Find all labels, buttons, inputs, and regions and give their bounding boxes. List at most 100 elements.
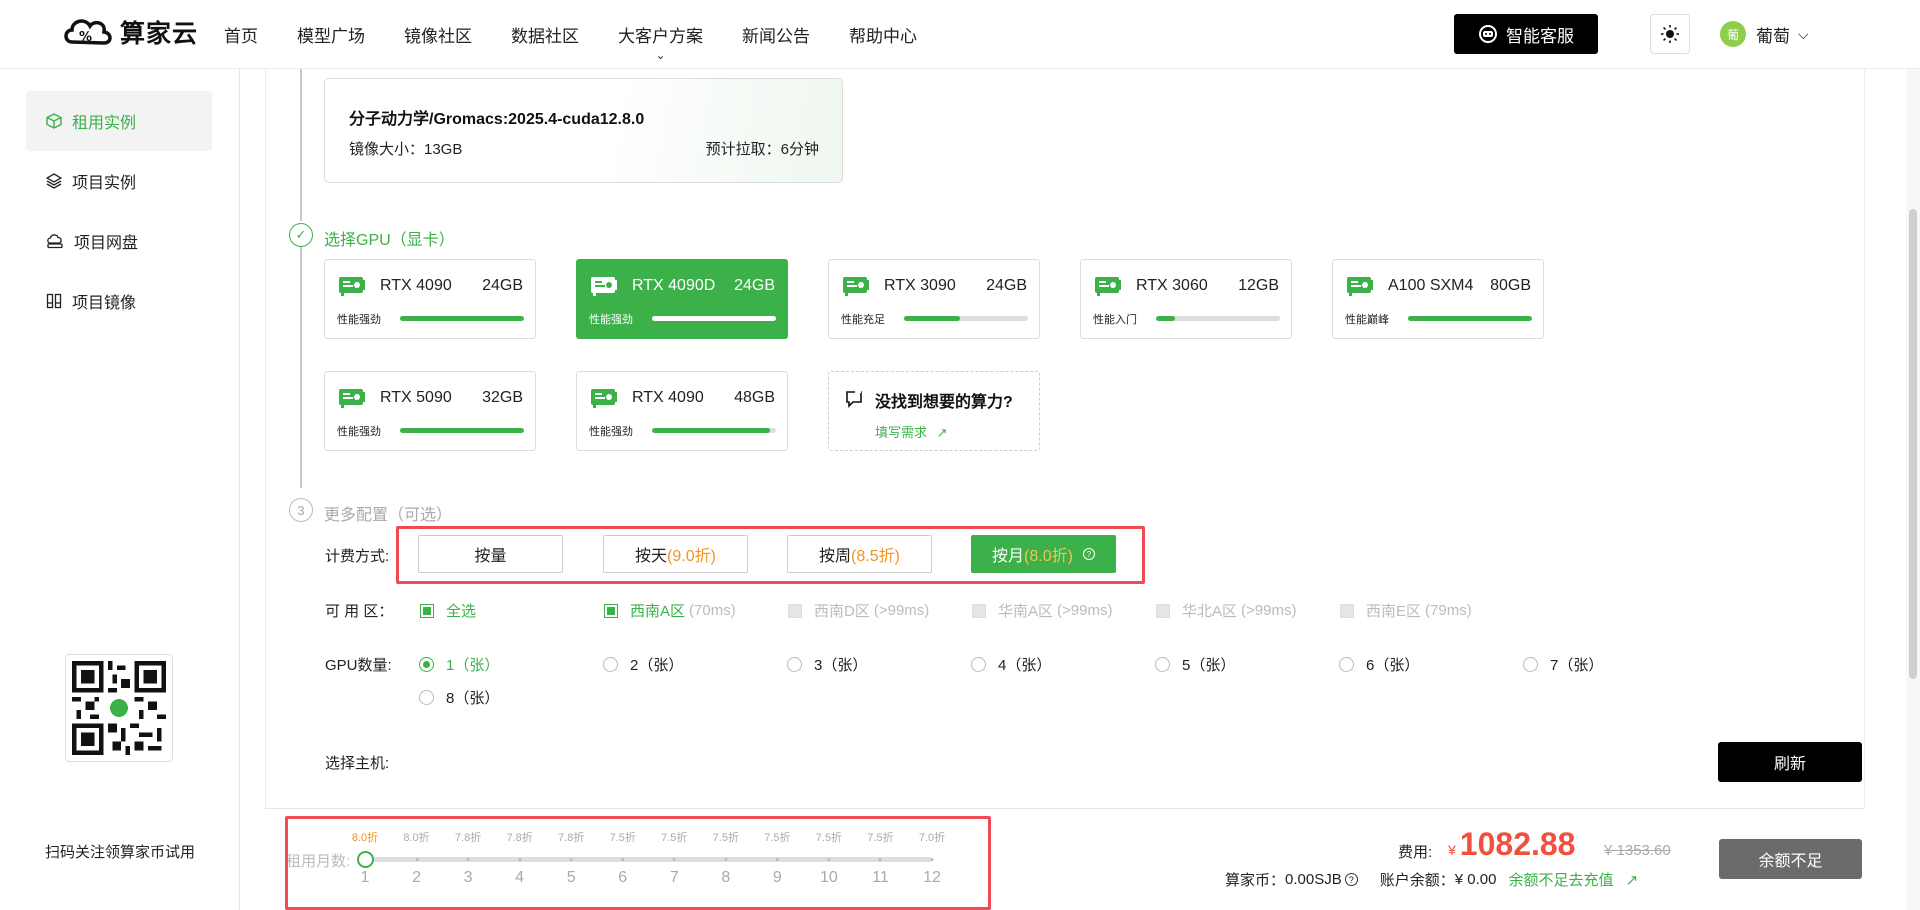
- gpu-memory: 24GB: [986, 277, 1027, 294]
- gpu-performance-fill: [652, 428, 770, 433]
- gpu-count-value: 4（张）: [998, 657, 1052, 674]
- gpu-card[interactable]: RTX 4090 24GB 性能强劲: [324, 259, 536, 339]
- gpu-performance-bar: [652, 428, 776, 433]
- nav-image-community[interactable]: 镜像社区: [404, 22, 472, 47]
- gpu-count-radio[interactable]: 1（张）: [419, 654, 499, 675]
- theme-toggle[interactable]: [1650, 14, 1690, 54]
- brand-name: 算家云: [120, 20, 199, 48]
- scrollbar[interactable]: [1906, 69, 1920, 910]
- zone-name: 西南A区: [630, 603, 686, 620]
- gpu-card[interactable]: A100 SXM4 80GB 性能巅峰: [1332, 259, 1544, 339]
- gpu-performance-bar: [400, 428, 524, 433]
- gpu-count-radio[interactable]: 7（张）: [1523, 654, 1603, 675]
- checkbox-icon: [1156, 603, 1170, 618]
- step-connector: [300, 69, 302, 221]
- recharge-link[interactable]: 余额不足去充值 ↗: [1508, 869, 1638, 890]
- refresh-button[interactable]: 刷新: [1718, 742, 1862, 782]
- sidebar-item-project-instance[interactable]: 项目实例: [26, 151, 212, 211]
- gpu-count-label: GPU数量:: [325, 657, 392, 674]
- cube-icon: [46, 113, 62, 129]
- recharge-link-label: 余额不足去充值: [1508, 872, 1614, 889]
- gpu-card[interactable]: RTX 3090 24GB 性能充足: [828, 259, 1040, 339]
- sidebar-item-label: 租用实例: [72, 115, 137, 132]
- sidebar-item-label: 项目实例: [72, 175, 137, 192]
- gpu-card[interactable]: RTX 5090 32GB 性能强劲: [324, 371, 536, 451]
- gpu-performance-label: 性能巅峰: [1345, 314, 1389, 326]
- sidebar-item-rent-instance[interactable]: 租用实例: [26, 91, 212, 151]
- gpu-count-radio[interactable]: 5（张）: [1155, 654, 1235, 675]
- nav-data-community[interactable]: 数据社区: [511, 22, 579, 47]
- zone-checkbox[interactable]: 西南D区 (>99ms): [788, 600, 929, 621]
- gpu-icon: [1347, 277, 1373, 296]
- gpu-count-radio[interactable]: 4（张）: [971, 654, 1051, 675]
- svg-text:%: %: [79, 30, 92, 45]
- gpu-performance-fill: [652, 316, 776, 321]
- gpu-icon: [339, 277, 365, 296]
- radio-icon: [419, 690, 434, 705]
- checkbox-icon: [1340, 603, 1354, 618]
- radio-icon: [971, 657, 986, 672]
- gpu-card[interactable]: RTX 4090D 24GB 性能强劲: [576, 259, 788, 339]
- user-menu[interactable]: 葡 葡萄 ⌵: [1720, 21, 1809, 47]
- gpu-card[interactable]: RTX 3060 12GB 性能入门: [1080, 259, 1292, 339]
- gpu-performance-fill: [904, 316, 960, 321]
- help-icon[interactable]: ?: [1344, 873, 1358, 886]
- nav-enterprise[interactable]: 大客户方案 ⌄: [618, 22, 703, 62]
- zone-name: 西南D区: [814, 603, 870, 620]
- zone-name: 西南E区: [1366, 603, 1422, 620]
- request-link[interactable]: 填写需求 ↗: [875, 422, 948, 441]
- gpu-card[interactable]: RTX 4090 48GB 性能强劲: [576, 371, 788, 451]
- step-number-icon: 3: [289, 498, 313, 522]
- arrow-up-right-icon: ↗: [1625, 872, 1639, 889]
- radio-icon: [1523, 657, 1538, 672]
- gpu-performance-label: 性能强劲: [337, 426, 381, 438]
- insufficient-balance-button[interactable]: 余额不足: [1719, 839, 1862, 879]
- zone-latency: (79ms): [1425, 602, 1472, 619]
- gpu-name: RTX 4090: [380, 277, 452, 294]
- gpu-name: A100 SXM4: [1388, 277, 1474, 294]
- request-compute-card[interactable]: 没找到想要的算力? 填写需求 ↗: [828, 371, 1040, 451]
- gpu-performance-label: 性能充足: [841, 314, 885, 326]
- nav-help[interactable]: 帮助中心: [849, 22, 917, 47]
- zone-checkbox[interactable]: 华北A区 (>99ms): [1156, 600, 1296, 621]
- zone-name: 全选: [446, 603, 477, 620]
- radio-icon: [787, 657, 802, 672]
- zone-checkbox[interactable]: 西南A区 (70ms): [604, 600, 736, 621]
- sidebar-item-project-image[interactable]: 项目镜像: [26, 271, 212, 331]
- check-icon: ✓: [289, 223, 313, 247]
- gpu-count-radio[interactable]: 6（张）: [1339, 654, 1419, 675]
- gpu-count-value: 6（张）: [1366, 657, 1420, 674]
- brand-logo[interactable]: % 算家云: [62, 12, 198, 52]
- layers-icon: [46, 173, 62, 189]
- sun-icon: [1661, 25, 1679, 43]
- gpu-count-value: 8（张）: [446, 690, 500, 707]
- gpu-name: RTX 3060: [1136, 277, 1208, 294]
- support-button[interactable]: 智能客服: [1454, 14, 1598, 54]
- image-pull-time: 预计拉取：6分钟: [705, 141, 819, 158]
- zone-checkbox[interactable]: 全选: [420, 600, 476, 621]
- nav-home[interactable]: 首页: [224, 22, 258, 47]
- checkbox-icon: [972, 603, 986, 618]
- zone-checkbox[interactable]: 西南E区 (79ms): [1340, 600, 1472, 621]
- scrollbar-thumb[interactable]: [1909, 209, 1917, 679]
- gpu-performance-label: 性能强劲: [337, 314, 381, 326]
- gpu-memory: 48GB: [734, 389, 775, 406]
- gpu-performance-fill: [400, 316, 524, 321]
- arrow-up-right-icon: ↗: [936, 425, 948, 440]
- gpu-count-radio[interactable]: 8（张）: [419, 687, 499, 708]
- gpu-count-radio[interactable]: 3（张）: [787, 654, 867, 675]
- checkbox-icon: [420, 603, 434, 618]
- request-title: 没找到想要的算力?: [875, 394, 1013, 411]
- gpu-icon: [843, 277, 869, 296]
- fee-label: 费用:: [1398, 844, 1433, 861]
- avatar: 葡: [1720, 21, 1746, 47]
- nav-news[interactable]: 新闻公告: [742, 22, 810, 47]
- gpu-count-radio[interactable]: 2（张）: [603, 654, 683, 675]
- gpu-performance-bar: [400, 316, 524, 321]
- more-config-title: 更多配置（可选）: [324, 507, 453, 524]
- nav-model-square[interactable]: 模型广场: [297, 22, 365, 47]
- sidebar-item-project-disk[interactable]: 项目网盘: [26, 211, 212, 271]
- qr-caption: 扫码关注领算家币试用: [44, 844, 195, 861]
- zone-checkbox[interactable]: 华南A区 (>99ms): [972, 600, 1112, 621]
- zone-label: 可 用 区：: [325, 603, 394, 620]
